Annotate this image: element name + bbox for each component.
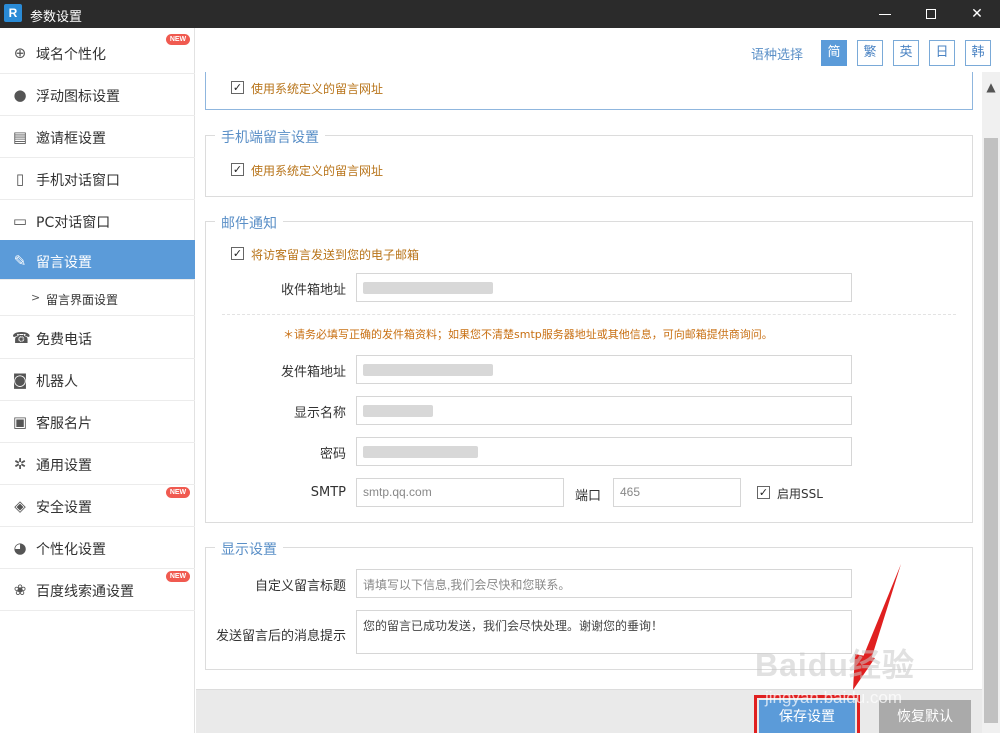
email-notify-label: 将访客留言发送到您的电子邮箱 xyxy=(251,248,420,262)
sidebar-item-label: 手机对话窗口 xyxy=(36,173,120,189)
watermark-logo: Baidu经验 xyxy=(755,647,915,683)
mobile-system-url-checkbox[interactable]: ✓ xyxy=(231,163,244,176)
sidebar-subitem-message-ui[interactable]: > 留言界面设置 xyxy=(0,282,195,316)
email-section-title: 邮件通知 xyxy=(215,213,283,233)
mobile-section-title: 手机端留言设置 xyxy=(215,127,325,147)
scroll-up-icon[interactable]: ▲ xyxy=(982,80,1000,94)
new-badge: NEW xyxy=(166,487,190,498)
sidebar-item-pc-chat[interactable]: ▭ PC对话窗口 xyxy=(0,200,195,242)
sidebar-item-mobile-chat[interactable]: ▯ 手机对话窗口 xyxy=(0,158,195,200)
invite-icon: ▤ xyxy=(12,128,28,146)
smtp-warning-note: ＊请务必填写正确的发件箱资料；如果您不清楚smtp服务器地址或其他信息，可向邮箱… xyxy=(283,328,773,341)
scroll-thumb[interactable] xyxy=(984,138,998,723)
new-badge: NEW xyxy=(166,571,190,582)
display-section-title: 显示设置 xyxy=(215,539,283,559)
display-name-label: 显示名称 xyxy=(293,406,346,421)
ssl-checkbox[interactable]: ✓ xyxy=(757,486,770,499)
redacted-value xyxy=(363,446,478,458)
sidebar-item-label: 浮动图标设置 xyxy=(36,89,120,105)
new-badge: NEW xyxy=(166,34,190,45)
pc-system-url-checkbox[interactable]: ✓ xyxy=(231,81,244,94)
window-title: 参数设置 xyxy=(30,10,83,25)
lang-button-japanese[interactable]: 日 xyxy=(929,40,955,66)
pc-system-url-label: 使用系统定义的留言网址 xyxy=(251,82,384,96)
inbox-input[interactable] xyxy=(356,273,852,302)
balloon-icon: ● xyxy=(13,86,27,104)
lang-button-simplified[interactable]: 简 xyxy=(821,40,847,66)
maximize-button[interactable] xyxy=(908,0,954,28)
gear-icon: ✲ xyxy=(13,455,27,473)
port-input[interactable]: 465 xyxy=(613,478,741,507)
sidebar-item-robot[interactable]: ◙ 机器人 xyxy=(0,359,195,401)
sidebar-item-label: 免费电话 xyxy=(36,332,92,348)
pc-message-section: ✓ 使用系统定义的留言网址 xyxy=(205,72,973,110)
password-input[interactable] xyxy=(356,437,852,466)
robot-icon: ◙ xyxy=(12,371,28,389)
custom-title-input[interactable]: 请填写以下信息,我们会尽快和您联系。 xyxy=(356,569,852,598)
sidebar-item-label: 机器人 xyxy=(36,374,78,390)
redacted-value xyxy=(363,282,493,294)
password-label: 密码 xyxy=(319,447,346,462)
sender-input[interactable] xyxy=(356,355,852,384)
sidebar-item-card[interactable]: ▣ 客服名片 xyxy=(0,401,195,443)
sidebar-item-label: 个性化设置 xyxy=(36,542,106,558)
maximize-icon xyxy=(926,9,936,19)
globe-icon: ⊕ xyxy=(13,44,27,62)
mobile-message-section: 手机端留言设置 ✓ 使用系统定义的留言网址 xyxy=(205,127,973,197)
watermark-url: jingyan.baidu.com xyxy=(765,688,903,707)
telephone-icon: ☎ xyxy=(12,329,31,347)
email-notify-section: 邮件通知 ✓ 将访客留言发送到您的电子邮箱 收件箱地址 ＊请务必填写正确的发件箱… xyxy=(205,213,973,523)
sidebar-item-label: 留言设置 xyxy=(36,255,92,271)
sender-label: 发件箱地址 xyxy=(280,365,346,380)
sidebar-item-label: 通用设置 xyxy=(36,458,92,474)
phone-icon: ▯ xyxy=(15,170,25,188)
edit-icon: ✎ xyxy=(13,252,27,270)
port-label: 端口 xyxy=(574,489,601,504)
sidebar-item-label: 邀请框设置 xyxy=(36,131,106,147)
inbox-label: 收件箱地址 xyxy=(280,283,346,298)
shield-icon: ◈ xyxy=(14,497,26,515)
sidebar: ⊕ 域名个性化 NEW ● 浮动图标设置 ▤ 邀请框设置 ▯ 手机对话窗口 ▭ … xyxy=(0,28,195,733)
sidebar-item-general[interactable]: ✲ 通用设置 xyxy=(0,443,195,485)
vertical-scrollbar[interactable]: ▲ xyxy=(982,72,1000,733)
sidebar-item-label: 百度线索通设置 xyxy=(36,584,134,600)
paw-icon: ❀ xyxy=(13,581,27,599)
sidebar-item-personalize[interactable]: ◕ 个性化设置 xyxy=(0,527,195,569)
display-name-input[interactable] xyxy=(356,396,852,425)
sidebar-item-float-icon[interactable]: ● 浮动图标设置 xyxy=(0,74,195,116)
chevron-right-icon: > xyxy=(31,291,41,304)
sidebar-item-label: 客服名片 xyxy=(36,416,92,432)
lang-button-english[interactable]: 英 xyxy=(893,40,919,66)
close-button[interactable]: ✕ xyxy=(954,0,1000,28)
minimize-icon xyxy=(879,13,891,15)
custom-title-label: 自定义留言标题 xyxy=(254,579,346,594)
sidebar-item-invite[interactable]: ▤ 邀请框设置 xyxy=(0,116,195,158)
success-message-label: 发送留言后的消息提示 xyxy=(216,629,347,644)
sidebar-subitem-label: 留言界面设置 xyxy=(46,293,119,307)
minimize-button[interactable] xyxy=(862,0,908,28)
lang-button-traditional[interactable]: 繁 xyxy=(857,40,883,66)
language-label: 语种选择 xyxy=(751,48,804,63)
redacted-value xyxy=(363,364,493,376)
mobile-system-url-label: 使用系统定义的留言网址 xyxy=(251,164,384,178)
sidebar-item-label: 安全设置 xyxy=(36,500,92,516)
sidebar-item-label: 域名个性化 xyxy=(36,47,106,63)
palette-icon: ◕ xyxy=(13,539,27,557)
sidebar-item-label: PC对话窗口 xyxy=(36,215,111,231)
monitor-icon: ▭ xyxy=(12,212,28,230)
smtp-label: SMTP xyxy=(310,485,346,500)
redacted-value xyxy=(363,405,433,417)
sidebar-item-free-call[interactable]: ☎ 免费电话 xyxy=(0,317,195,359)
divider xyxy=(222,314,956,315)
lang-button-korean[interactable]: 韩 xyxy=(965,40,991,66)
title-bar: R 参数设置 ✕ xyxy=(0,0,1000,28)
email-notify-checkbox[interactable]: ✓ xyxy=(231,247,244,260)
ssl-label: 启用SSL xyxy=(777,487,823,501)
card-icon: ▣ xyxy=(12,413,28,431)
sidebar-item-message[interactable]: ✎ 留言设置 xyxy=(0,240,195,280)
close-icon: ✕ xyxy=(971,6,983,22)
app-logo-icon: R xyxy=(4,4,22,22)
